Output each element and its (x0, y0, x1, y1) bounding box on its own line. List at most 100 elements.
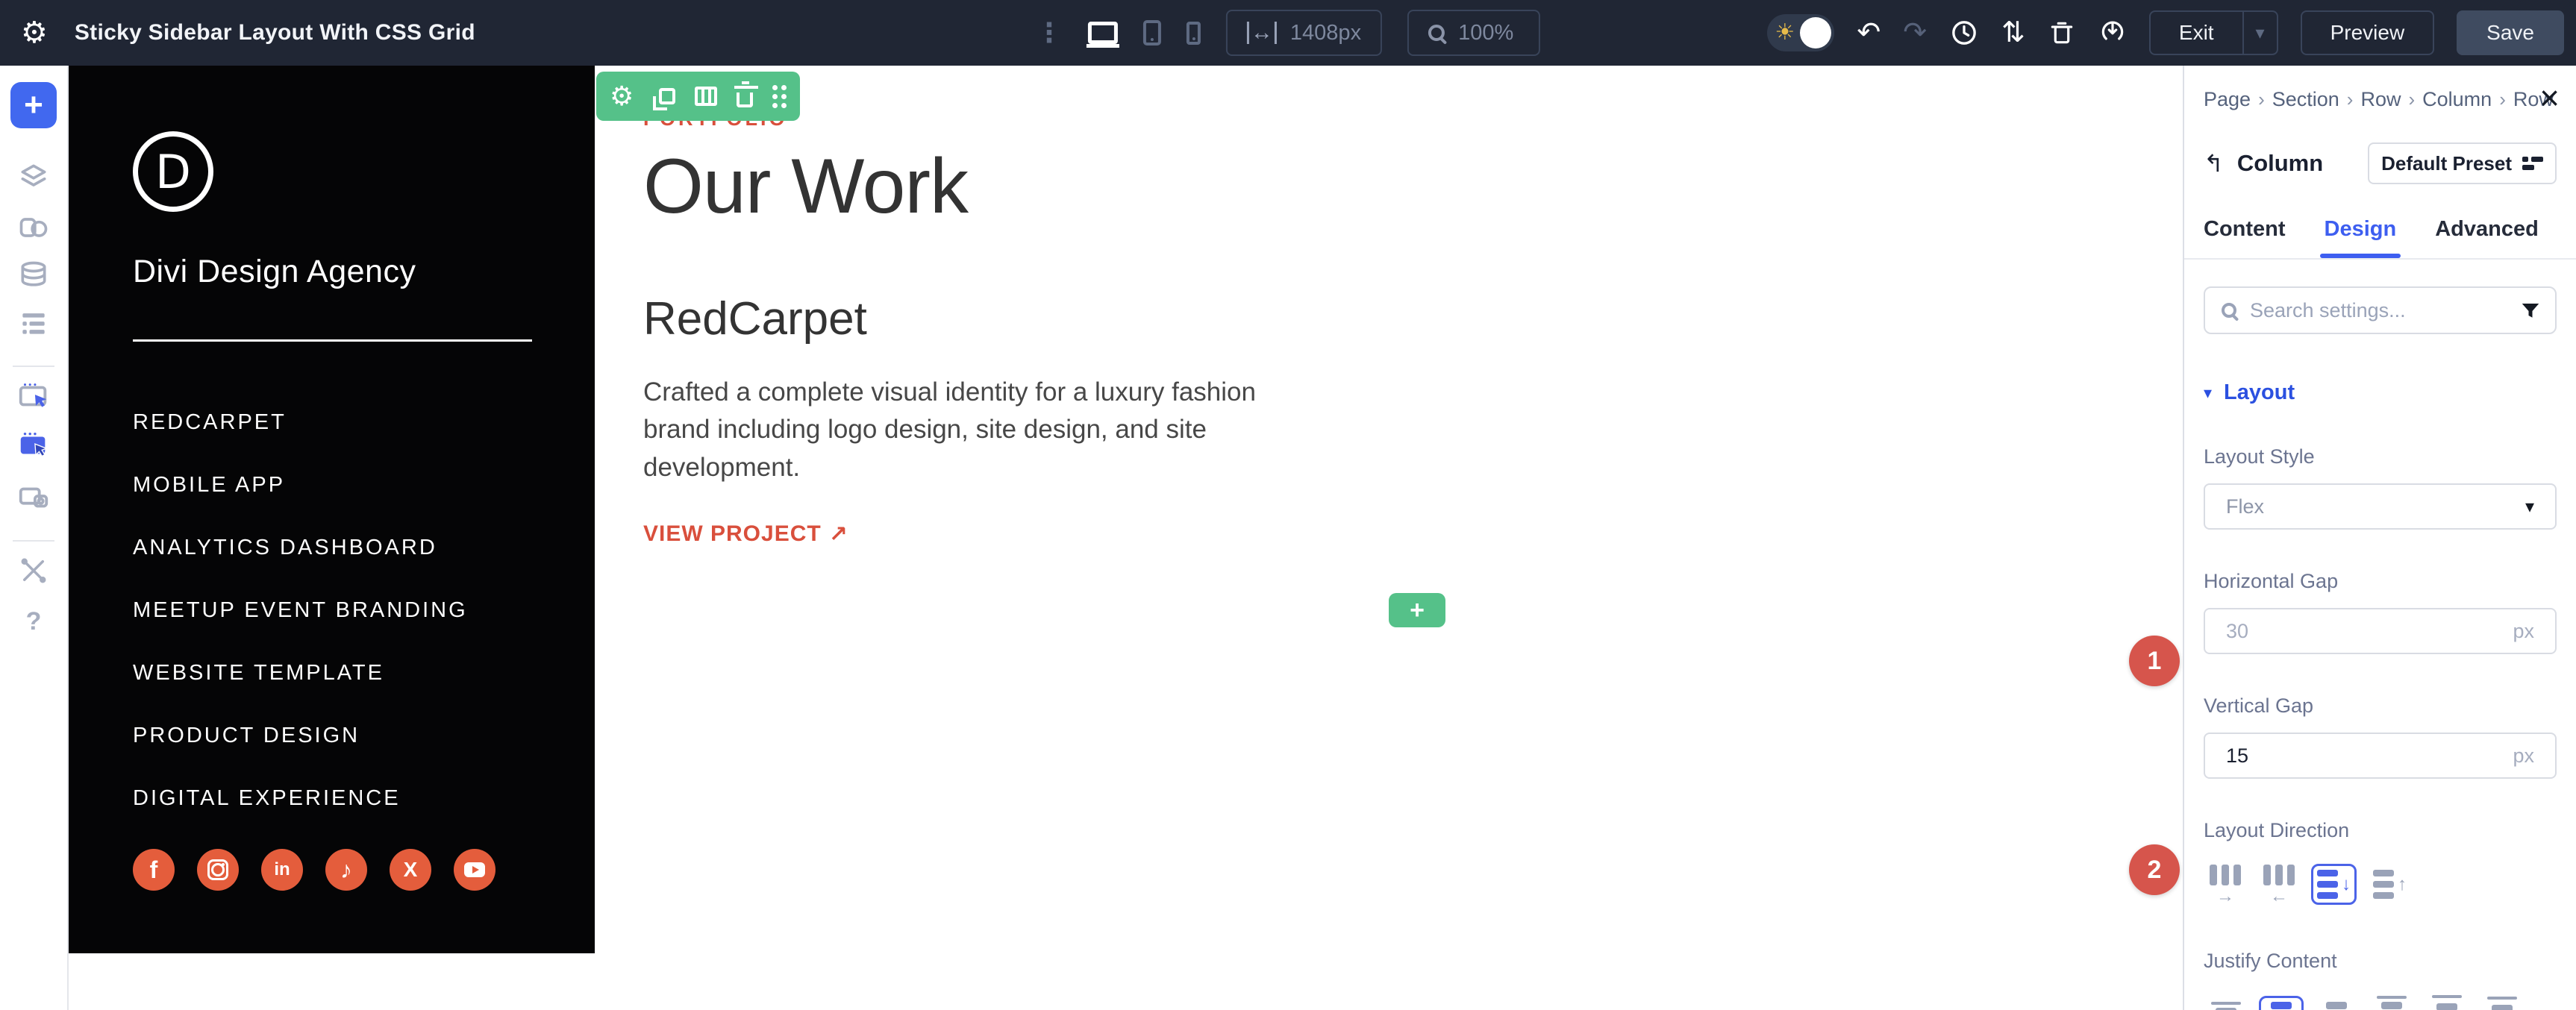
justify-center-icon[interactable] (2259, 996, 2304, 1010)
breadcrumb-item[interactable]: Section (2272, 88, 2339, 111)
layout-section-header[interactable]: ▾ Layout (2204, 380, 2557, 405)
justify-start-icon[interactable] (2204, 996, 2248, 1010)
facebook-icon[interactable]: f (133, 849, 175, 891)
add-module-rail-button[interactable]: + (10, 82, 57, 128)
search-input[interactable] (2250, 299, 2525, 322)
page-settings-gear-icon[interactable]: ⚙ (21, 18, 48, 48)
nav-link[interactable]: WEBSITE TEMPLATE (133, 661, 595, 686)
close-icon[interactable]: × (2539, 81, 2560, 115)
canvas-zoom-control[interactable]: 100% (1407, 10, 1540, 56)
drag-handle-icon[interactable] (772, 85, 787, 108)
preset-label: Default Preset (2381, 152, 2512, 175)
breadcrumb: Page › Section › Row › Column › Row (2204, 88, 2557, 111)
canvas-zoom-value: 100% (1458, 21, 1513, 46)
exit-button[interactable]: Exit (2149, 10, 2242, 55)
phone-view-icon[interactable] (1187, 22, 1201, 45)
responsive-preview-icon[interactable] (16, 480, 51, 515)
builder-left-rail: + ? (0, 66, 69, 1010)
column-structure-icon[interactable] (695, 87, 717, 106)
justify-space-between-icon[interactable] (2369, 990, 2414, 1010)
tab-advanced[interactable]: Advanced (2435, 217, 2539, 258)
wireframe-insert-active-icon[interactable] (16, 428, 51, 462)
site-logo: D (133, 131, 213, 212)
canvas-width-control[interactable]: ↔ 1408px (1226, 10, 1382, 56)
instagram-glyph (207, 859, 228, 880)
zoom-lens-icon (1428, 25, 1445, 41)
more-options-icon[interactable]: ⋮ (1036, 19, 1063, 46)
project-description: Crafted a complete visual identity for a… (643, 374, 1307, 487)
layout-direction-label: Layout Direction (2204, 819, 2557, 842)
direction-column-reverse-icon[interactable]: ↑ (2367, 864, 2413, 905)
settings-panel: Page › Section › Row › Column › Row × ↰ … (2183, 66, 2576, 1010)
nav-link[interactable]: MOBILE APP (133, 473, 595, 498)
help-icon[interactable]: ? (16, 604, 51, 639)
justify-space-evenly-icon[interactable] (2480, 991, 2525, 1010)
section-title: Layout (2224, 380, 2295, 405)
direction-column-icon[interactable]: ↓ (2311, 864, 2357, 905)
horizontal-gap-unit: px (2513, 620, 2534, 643)
logo-letter: D (155, 145, 191, 199)
nav-link[interactable]: MEETUP EVENT BRANDING (133, 598, 595, 623)
linkedin-icon[interactable]: in (261, 849, 303, 891)
instagram-icon[interactable] (197, 849, 239, 891)
module-settings-gear-icon[interactable]: ⚙ (610, 83, 634, 110)
horizontal-gap-label: Horizontal Gap (2204, 570, 2557, 593)
justify-space-around-icon[interactable] (2425, 989, 2469, 1010)
exit-dropdown-caret[interactable]: ▾ (2242, 10, 2278, 55)
desktop-view-icon[interactable] (1088, 22, 1118, 44)
x-twitter-icon[interactable]: X (390, 849, 431, 891)
nav-link[interactable]: REDCARPET (133, 410, 595, 435)
sort-layers-icon[interactable]: ⇅ (2001, 19, 2025, 47)
direction-row-icon[interactable]: → (2204, 859, 2247, 909)
preview-page-content: PORTFOLIO Our Work RedCarpet Crafted a c… (643, 66, 1613, 548)
element-title: Column (2237, 150, 2323, 177)
undo-icon[interactable]: ↶ (1857, 19, 1881, 47)
nav-link[interactable]: PRODUCT DESIGN (133, 724, 595, 748)
preview-button[interactable]: Preview (2301, 10, 2435, 55)
database-icon[interactable] (16, 258, 51, 292)
tab-content[interactable]: Content (2204, 217, 2286, 258)
breadcrumb-item[interactable]: Page (2204, 88, 2251, 111)
preset-icon (2522, 157, 2543, 170)
view-project-link[interactable]: VIEW PROJECT ↗ (643, 521, 1613, 548)
redo-icon[interactable]: ↷ (1903, 19, 1927, 47)
save-button[interactable]: Save (2457, 10, 2564, 55)
sun-icon: ☀ (1775, 22, 1795, 44)
tiktok-icon[interactable]: ♪ (325, 849, 367, 891)
field-list-icon[interactable] (16, 306, 51, 340)
add-row-button[interactable]: + (1389, 593, 1445, 627)
layout-direction-options: → ← ↓ ↑ (2204, 859, 2557, 909)
nav-link[interactable]: ANALYTICS DASHBOARD (133, 536, 595, 560)
tablet-view-icon[interactable] (1143, 20, 1161, 46)
breadcrumb-item[interactable]: Row (2360, 88, 2401, 111)
youtube-icon[interactable] (454, 849, 495, 891)
portability-icon[interactable] (2098, 19, 2127, 47)
layout-style-label: Layout Style (2204, 445, 2557, 468)
library-shapes-icon[interactable] (16, 210, 51, 245)
chevron-right-icon: › (2347, 88, 2354, 111)
layout-style-select[interactable]: Flex ▾ (2204, 483, 2557, 530)
wireframe-insert-icon[interactable] (16, 379, 51, 413)
nav-link[interactable]: DIGITAL EXPERIENCE (133, 786, 595, 811)
history-icon[interactable] (1949, 18, 1979, 48)
breadcrumb-item[interactable]: Column (2422, 88, 2492, 111)
site-nav: REDCARPET MOBILE APP ANALYTICS DASHBOARD… (133, 410, 595, 811)
search-icon (2222, 303, 2236, 318)
horizontal-gap-input[interactable] (2226, 620, 2513, 643)
default-preset-button[interactable]: Default Preset (2368, 142, 2557, 184)
delete-module-icon[interactable] (737, 85, 753, 107)
layers-icon[interactable] (16, 160, 51, 194)
tools-icon[interactable] (16, 553, 51, 588)
tab-design[interactable]: Design (2325, 217, 2397, 258)
module-hover-toolbar: ⚙ (596, 72, 800, 121)
rail-divider (13, 366, 54, 367)
vertical-gap-input[interactable] (2226, 744, 2513, 768)
duplicate-module-icon[interactable] (653, 88, 675, 104)
theme-toggle[interactable]: ☀ (1767, 14, 1834, 51)
back-arrow-icon[interactable]: ↰ (2204, 151, 2224, 175)
select-caret-icon: ▾ (2525, 496, 2534, 518)
direction-row-reverse-icon[interactable]: ← (2257, 859, 2301, 909)
justify-content-label: Justify Content (2204, 950, 2557, 973)
justify-end-icon[interactable] (2314, 996, 2359, 1010)
trash-icon[interactable] (2048, 19, 2076, 47)
